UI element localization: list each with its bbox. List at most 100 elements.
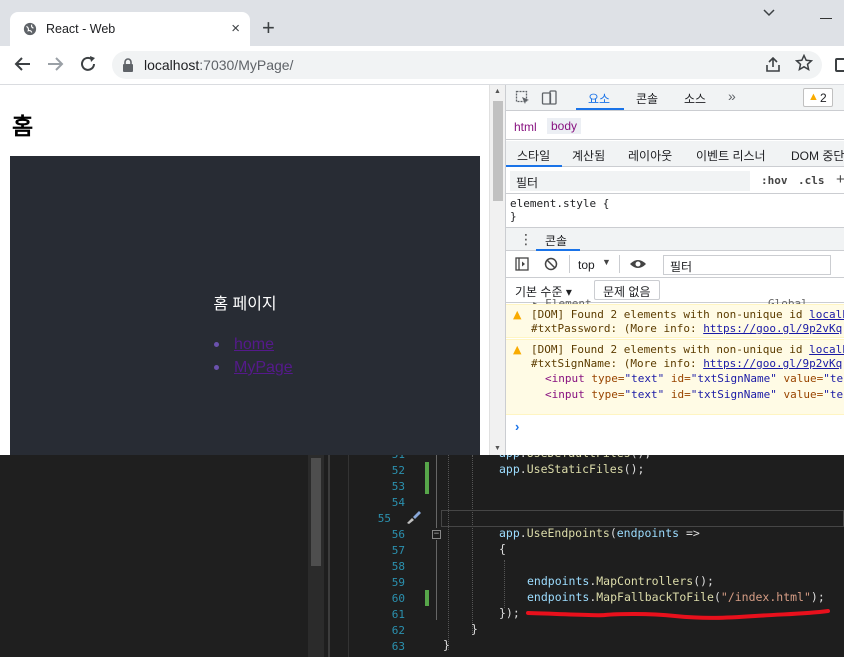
mypage-link[interactable]: MyPage bbox=[234, 359, 293, 376]
element-style-rule[interactable]: element.style {} bbox=[510, 197, 609, 223]
clear-console-icon[interactable] bbox=[544, 257, 558, 271]
fold-guide bbox=[436, 455, 437, 528]
minimize-icon[interactable] bbox=[820, 18, 832, 19]
breadcrumb-body[interactable]: body bbox=[547, 118, 582, 134]
pane-divider[interactable] bbox=[328, 455, 330, 657]
share-icon[interactable] bbox=[764, 57, 782, 73]
node-tag: <input bbox=[545, 388, 585, 401]
node-value: "text" bbox=[624, 372, 665, 385]
line-number: 59 bbox=[391, 576, 405, 589]
line-number: 60 bbox=[391, 592, 405, 605]
back-arrow-icon[interactable] bbox=[13, 54, 33, 74]
tab-search-chevron-icon[interactable] bbox=[762, 8, 776, 18]
tab-sources[interactable]: 소스 bbox=[684, 90, 706, 107]
drawer-menu-icon[interactable]: ⋮ bbox=[519, 231, 533, 248]
tab-styles[interactable]: 스타일 bbox=[517, 147, 550, 164]
console-filter-input[interactable]: 필터 bbox=[663, 255, 831, 275]
toolbar-separator bbox=[619, 255, 620, 273]
url-text[interactable]: localhost:7030/MyPage/ bbox=[144, 57, 293, 73]
class-toggle[interactable]: .cls bbox=[798, 174, 825, 187]
new-rule-button[interactable]: + bbox=[836, 171, 844, 188]
url-host: localhost bbox=[144, 57, 200, 73]
address-bar[interactable]: localhost:7030/MyPage/ bbox=[112, 51, 822, 79]
message-text: #txtSignName: (More info: bbox=[531, 357, 704, 370]
tab-event-listeners[interactable]: 이벤트 리스너 bbox=[696, 147, 766, 164]
styles-filter-input[interactable]: 필터 bbox=[510, 171, 750, 191]
styles-pane: element.style {} bbox=[506, 195, 844, 227]
tab-layout[interactable]: 레이아웃 bbox=[628, 147, 672, 164]
message-line: #txtPassword: (More info: https://goo.gl… bbox=[531, 322, 844, 335]
source-link[interactable]: localh bbox=[809, 308, 844, 321]
breadcrumb-html[interactable]: html bbox=[514, 120, 537, 134]
warning-count: 2 bbox=[820, 91, 827, 105]
console-warning-message[interactable]: ▲ [DOM] Found 2 elements with non-unique… bbox=[506, 304, 844, 338]
code-line-57[interactable]: { bbox=[499, 542, 506, 556]
indent-guide bbox=[472, 455, 473, 635]
code-line-62[interactable]: } bbox=[471, 622, 478, 636]
new-tab-button[interactable]: + bbox=[262, 17, 275, 39]
code-line-56[interactable]: app.UseEndpoints(endpoints => bbox=[499, 526, 700, 540]
more-info-link[interactable]: https://goo.gl/9p2vKq bbox=[703, 357, 842, 370]
tab-dom-breakpoints[interactable]: DOM 중단 bbox=[791, 147, 844, 164]
home-link[interactable]: home bbox=[234, 336, 274, 353]
line-number: 62 bbox=[391, 624, 405, 637]
url-path: :7030/MyPage/ bbox=[199, 57, 294, 73]
quick-action-brush-icon[interactable] bbox=[404, 509, 422, 525]
code-line-61[interactable]: }); bbox=[499, 606, 520, 620]
console-toolbar: top ▼ 필터 bbox=[506, 251, 844, 278]
fold-guide bbox=[436, 540, 437, 620]
dom-breadcrumb: html body bbox=[506, 112, 844, 140]
dom-node-reference[interactable]: <input type="text" id="txtSignName" valu… bbox=[545, 388, 844, 401]
nav-link-list: home MyPage bbox=[214, 333, 293, 379]
device-toolbar-icon[interactable] bbox=[541, 90, 557, 106]
node-value: "text" bbox=[624, 388, 665, 401]
collapse-toggle[interactable]: − bbox=[432, 530, 441, 539]
tab-elements[interactable]: 요소 bbox=[588, 90, 610, 107]
console-warning-message[interactable]: ▲ [DOM] Found 2 elements with non-unique… bbox=[506, 339, 844, 415]
tab-computed[interactable]: 계산됨 bbox=[572, 147, 605, 164]
reload-icon[interactable] bbox=[78, 54, 98, 74]
forward-arrow-icon[interactable] bbox=[45, 54, 65, 74]
sidebar-toggle-icon[interactable] bbox=[515, 257, 529, 271]
tab-close-icon[interactable]: × bbox=[231, 20, 240, 37]
devtools-panel: 요소 콘솔 소스 » ▲ 2 html body 스타일 계산됨 레이아웃 이벤… bbox=[505, 85, 844, 455]
line-number: 54 bbox=[391, 496, 405, 509]
inspect-element-icon[interactable] bbox=[515, 90, 531, 106]
page-scrollbar-thumb[interactable] bbox=[493, 101, 503, 201]
more-tabs-icon[interactable]: » bbox=[728, 88, 736, 104]
eye-icon[interactable] bbox=[629, 257, 647, 271]
code-line-52[interactable]: app.UseStaticFiles(); bbox=[499, 462, 644, 476]
extensions-icon[interactable] bbox=[835, 58, 844, 72]
line-number: 53 bbox=[391, 480, 405, 493]
current-line-highlight bbox=[441, 510, 844, 527]
drawer-tab-console[interactable]: 콘솔 bbox=[545, 232, 567, 249]
line-number: 55 bbox=[377, 512, 391, 525]
tab-strip: React - Web × + bbox=[0, 0, 844, 46]
tab-console[interactable]: 콘솔 bbox=[636, 90, 658, 107]
source-link[interactable]: localh bbox=[809, 343, 844, 356]
warnings-badge[interactable]: ▲ 2 bbox=[803, 88, 833, 107]
hover-state-toggle[interactable]: :hov bbox=[761, 174, 788, 187]
indent-guide bbox=[448, 455, 449, 650]
context-selector[interactable]: top bbox=[578, 258, 595, 272]
console-prompt[interactable]: › bbox=[515, 419, 519, 434]
more-info-link[interactable]: https://goo.gl/9p2vKq bbox=[703, 322, 842, 335]
code-line-59[interactable]: endpoints.MapControllers(); bbox=[527, 574, 714, 588]
context-dropdown-icon[interactable]: ▼ bbox=[602, 257, 611, 267]
node-value: "txtSignName" bbox=[690, 372, 777, 385]
panel-title: 홈 페이지 bbox=[213, 296, 277, 313]
page-scrollbar[interactable]: ▲ ▼ bbox=[489, 85, 505, 455]
active-subtab-indicator bbox=[506, 165, 562, 167]
side-pane-scrollbar-thumb[interactable] bbox=[311, 458, 321, 566]
scroll-up-arrow-icon[interactable]: ▲ bbox=[494, 88, 501, 95]
bookmark-star-icon[interactable] bbox=[795, 54, 813, 72]
browser-tab[interactable]: React - Web × bbox=[10, 12, 250, 46]
code-line-60[interactable]: endpoints.MapFallbackToFile("/index.html… bbox=[527, 590, 825, 604]
line-number: 56 bbox=[391, 528, 405, 541]
scroll-down-arrow-icon[interactable]: ▼ bbox=[494, 445, 501, 452]
message-text: [DOM] Found 2 elements with non-unique i… bbox=[531, 343, 810, 356]
line-number: 52 bbox=[391, 464, 405, 477]
dom-node-reference[interactable]: <input type="text" id="txtSignName" valu… bbox=[545, 372, 844, 385]
lock-icon[interactable] bbox=[122, 58, 134, 72]
code-line-63[interactable]: } bbox=[443, 638, 450, 652]
